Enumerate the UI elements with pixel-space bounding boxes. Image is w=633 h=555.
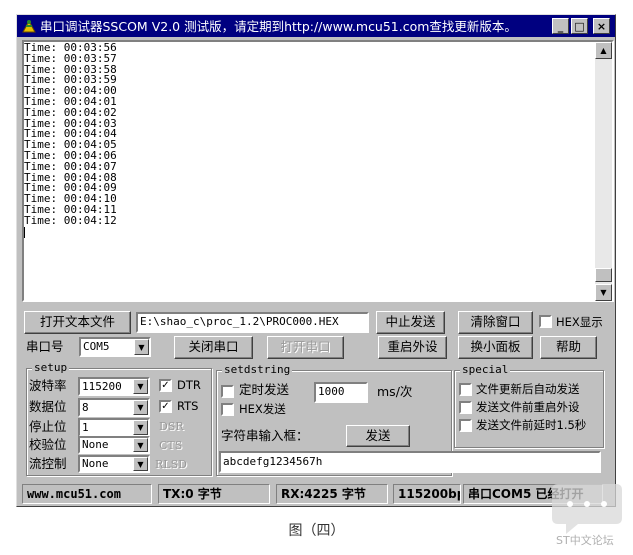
scroll-up-icon[interactable]: ▲ <box>595 42 612 59</box>
timed-send-label: 定时发送 <box>239 382 290 397</box>
window-title: 串口调试器SSCOM V2.0 测试版，请定期到http://www.mcu51… <box>40 19 517 34</box>
watermark-text: ST中文论坛 <box>556 534 614 547</box>
close-button[interactable]: × <box>593 18 610 34</box>
chevron-down-icon[interactable]: ▼ <box>133 420 148 435</box>
vertical-scrollbar[interactable] <box>595 42 612 300</box>
port-select[interactable]: COM5 ▼ <box>79 337 151 357</box>
interval-field[interactable]: 1000 <box>314 382 368 403</box>
parity-label: 校验位 <box>29 437 67 452</box>
check-icon: ✓ <box>161 379 170 391</box>
special-option-1-label: 文件更新后自动发送 <box>476 382 580 396</box>
receive-line: Time: 00:04:12 <box>24 213 117 227</box>
close-port-button[interactable]: 关闭串口 <box>174 336 253 359</box>
baud-value: 115200 <box>82 380 122 393</box>
rts-label: RTS <box>177 399 199 413</box>
databits-select[interactable]: 8 ▼ <box>78 398 150 417</box>
port-label: 串口号 <box>26 339 64 354</box>
dtr-checkbox[interactable]: ✓ <box>159 379 172 392</box>
rlsd-label: RLSD <box>155 458 187 471</box>
setup-legend: setup <box>32 361 70 374</box>
minimize-icon: _ <box>557 19 564 33</box>
hex-send-label: HEX发送 <box>239 402 286 416</box>
restart-device-button[interactable]: 重启外设 <box>378 336 447 359</box>
input-label: 字符串输入框： <box>221 428 309 443</box>
status-site: www.mcu51.com <box>22 484 152 504</box>
dtr-label: DTR <box>177 378 201 392</box>
chevron-down-icon[interactable]: ▼ <box>133 400 148 415</box>
special-option-3-checkbox[interactable] <box>459 419 472 432</box>
check-icon: ✓ <box>161 400 170 412</box>
stopbits-label: 停止位 <box>29 419 67 434</box>
baud-label: 波特率 <box>29 378 67 393</box>
interval-unit: ms/次 <box>377 384 413 399</box>
cts-label: CTS <box>159 439 183 452</box>
parity-select[interactable]: None ▼ <box>78 436 150 454</box>
stop-send-button[interactable]: 中止发送 <box>376 311 445 334</box>
flow-select[interactable]: None ▼ <box>78 455 150 473</box>
open-port-button[interactable]: 打开串口 <box>267 336 344 359</box>
status-baud: 115200bp <box>393 484 461 504</box>
timed-send-checkbox[interactable] <box>221 385 234 398</box>
receive-text: Time: 00:03:56 Time: 00:03:57 Time: 00:03:… <box>24 43 584 299</box>
hex-send-checkbox[interactable] <box>221 403 234 416</box>
scroll-down-icon[interactable]: ▼ <box>595 284 612 301</box>
special-option-3-label: 发送文件前延时1.5秒 <box>476 418 587 432</box>
special-option-2-label: 发送文件前重启外设 <box>476 400 580 414</box>
chevron-down-icon[interactable]: ▼ <box>133 438 148 452</box>
special-option-2-checkbox[interactable] <box>459 401 472 414</box>
databits-label: 数据位 <box>29 399 67 414</box>
port-value: COM5 <box>83 340 110 353</box>
app-icon <box>22 19 36 33</box>
small-panel-button[interactable]: 换小面板 <box>458 336 533 359</box>
hex-display-label: HEX显示 <box>556 315 603 329</box>
stopbits-select[interactable]: 1 ▼ <box>78 418 150 437</box>
help-button[interactable]: 帮助 <box>540 336 597 359</box>
file-path-field[interactable]: E:\shao_c\proc_1.2\PROC000.HEX <box>136 312 369 333</box>
dsr-label: DSR <box>159 420 184 433</box>
special-option-1-checkbox[interactable] <box>459 383 472 396</box>
setdstring-legend: setdstring <box>222 363 293 376</box>
special-legend: special <box>460 363 511 376</box>
send-button[interactable]: 发送 <box>346 425 410 447</box>
close-icon: × <box>596 19 607 33</box>
figure-caption: 图（四） <box>288 523 345 539</box>
status-tx: TX:0 字节 <box>158 484 270 504</box>
string-input[interactable]: abcdefg1234567h <box>219 451 601 473</box>
chevron-down-icon[interactable]: ▼ <box>133 379 148 394</box>
chevron-down-icon[interactable]: ▼ <box>134 339 149 355</box>
flow-value: None <box>82 457 109 470</box>
hex-display-checkbox[interactable] <box>539 315 552 328</box>
scroll-thumb[interactable] <box>595 268 612 282</box>
clear-window-button[interactable]: 清除窗口 <box>458 311 533 334</box>
minimize-button[interactable]: _ <box>552 18 569 34</box>
parity-value: None <box>82 438 109 451</box>
databits-value: 8 <box>82 401 89 414</box>
rts-checkbox[interactable]: ✓ <box>159 400 172 413</box>
flow-label: 流控制 <box>29 456 67 471</box>
maximize-icon: □ <box>574 19 585 33</box>
stopbits-value: 1 <box>82 421 89 434</box>
status-rx: RX:4225 字节 <box>276 484 388 504</box>
chevron-down-icon[interactable]: ▼ <box>133 457 148 471</box>
maximize-button[interactable]: □ <box>571 18 588 34</box>
baud-select[interactable]: 115200 ▼ <box>78 377 150 396</box>
text-caret <box>24 226 25 238</box>
open-file-button[interactable]: 打开文本文件 <box>24 311 131 334</box>
